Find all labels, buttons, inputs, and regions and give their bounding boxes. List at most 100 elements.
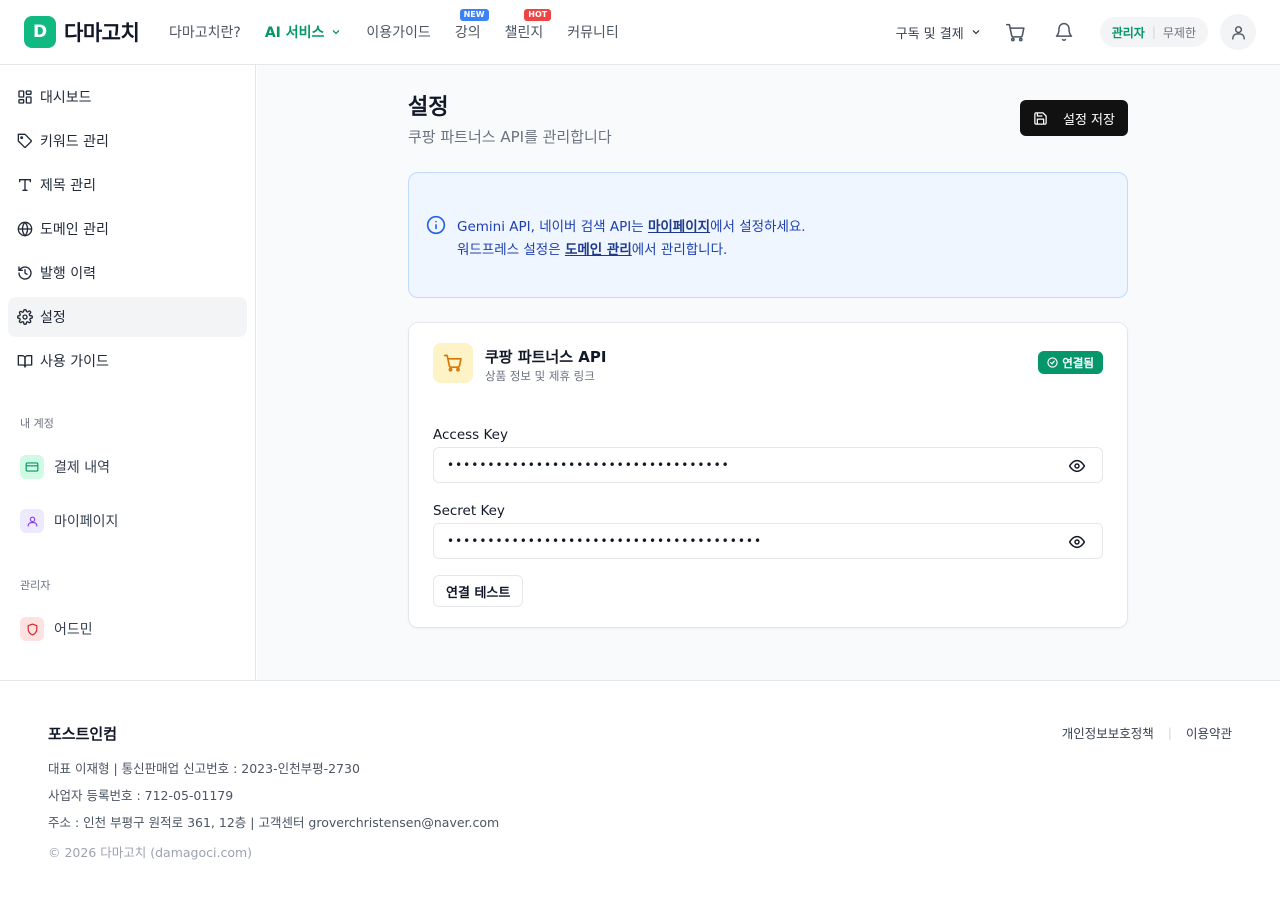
sidebar-item-label: 어드민 [54, 622, 93, 638]
user-icon-wrap [20, 509, 44, 533]
save-icon [1034, 111, 1047, 125]
info-line-1: Gemini API, 네이버 검색 API는 마이페이지에서 설정하세요. [457, 215, 806, 235]
toggle-access-key-visibility[interactable] [1068, 457, 1086, 475]
sidebar-item-label: 대시보드 [40, 90, 92, 106]
role-divider: | [1151, 25, 1156, 39]
access-key-value: ••••••••••••••••••••••••••••••••••• [447, 458, 730, 472]
dashboard-icon [18, 90, 32, 104]
role-badge: 관리자 | 무제한 [1099, 17, 1208, 47]
logo-badge: D [24, 16, 56, 48]
save-settings-button[interactable]: 설정 저장 [1020, 100, 1128, 136]
check-circle-icon [1047, 357, 1058, 368]
sidebar-item-keywords[interactable]: 키워드 관리 [8, 121, 247, 161]
nav-ai-service[interactable]: AI 서비스 [265, 22, 343, 42]
card-icon-wrap [20, 455, 44, 479]
main-content: 설정 쿠팡 파트너스 API를 관리합니다 설정 저장 Gemini API, … [257, 65, 1280, 680]
logo-text: 다마고치 [64, 21, 140, 45]
sidebar-item-admin[interactable]: 어드민 [20, 617, 93, 641]
sidebar-item-label: 키워드 관리 [40, 134, 109, 150]
footer-divider: | [1167, 725, 1172, 740]
eye-icon [1069, 535, 1085, 549]
nav-lecture-label: 강의 [454, 25, 481, 41]
company-name: 포스트인컴 [48, 725, 118, 743]
section-label-account: 내 계정 [20, 417, 54, 430]
logo[interactable]: D 다마고치 [24, 16, 140, 48]
nav-about[interactable]: 다마고치란? [169, 22, 241, 42]
toggle-secret-key-visibility[interactable] [1068, 533, 1086, 551]
sidebar-item-label: 설정 [40, 310, 66, 326]
hot-badge: HOT [524, 9, 552, 21]
section-label-admin: 관리자 [20, 579, 51, 592]
secret-key-label: Secret Key [433, 503, 505, 519]
chevron-down-icon [332, 30, 340, 35]
domain-management-link[interactable]: 도메인 관리 [565, 242, 632, 258]
shield-icon [27, 622, 37, 636]
sidebar-item-dashboard[interactable]: 대시보드 [8, 77, 247, 117]
nav-lecture[interactable]: 강의 NEW [454, 9, 489, 42]
status-badge: 연결됨 [1038, 351, 1103, 374]
nav-community[interactable]: 커뮤니티 [567, 22, 619, 42]
sidebar-item-domains[interactable]: 도메인 관리 [8, 209, 247, 249]
book-icon [17, 355, 33, 368]
coupang-api-card: 쿠팡 파트너스 API 상품 정보 및 제휴 링크 연결됨 Access Key… [408, 322, 1128, 628]
sidebar-item-label: 제목 관리 [40, 178, 96, 194]
shield-icon-wrap [20, 617, 44, 641]
gear-icon [17, 309, 33, 325]
info-text: Gemini API, 네이버 검색 API는 [457, 219, 648, 235]
bell-icon [1055, 22, 1072, 42]
terms-link[interactable]: 이용약관 [1186, 723, 1232, 742]
sidebar-item-guide[interactable]: 사용 가이드 [8, 341, 247, 381]
info-notice: Gemini API, 네이버 검색 API는 마이페이지에서 설정하세요. 워… [408, 172, 1128, 298]
page-subtitle: 쿠팡 파트너스 API를 관리합니다 [408, 128, 612, 146]
secret-key-field[interactable]: ••••••••••••••••••••••••••••••••••••••• [433, 523, 1103, 559]
info-line-2: 워드프레스 설정은 도메인 관리에서 관리합니다. [457, 238, 727, 258]
sidebar-item-history[interactable]: 발행 이력 [8, 253, 247, 293]
info-icon [426, 215, 446, 235]
sidebar-item-label: 도메인 관리 [40, 222, 109, 238]
sidebar-item-titles[interactable]: 제목 관리 [8, 165, 247, 205]
nav-about-label: 다마고치란? [169, 25, 241, 41]
sidebar-item-mypage[interactable]: 마이페이지 [20, 509, 118, 533]
plan-label: 무제한 [1162, 25, 1196, 40]
tag-icon [17, 133, 33, 149]
copyright: © 2026 다마고치 (damagoci.com) [48, 845, 253, 860]
user-icon [27, 516, 37, 526]
nav-challenge[interactable]: 챌린지 HOT [505, 9, 552, 42]
nav-guide[interactable]: 이용가이드 [366, 22, 430, 42]
footer: 포스트인컴 대표 이재형 | 통신판매업 신고번호 : 2023-인천부평-27… [0, 680, 1280, 900]
secret-key-value: ••••••••••••••••••••••••••••••••••••••• [447, 534, 763, 548]
eye-icon [1069, 459, 1085, 473]
history-icon [18, 266, 32, 280]
cart-icon [1006, 23, 1025, 41]
notification-button[interactable] [1052, 20, 1076, 44]
access-key-field[interactable]: ••••••••••••••••••••••••••••••••••• [433, 447, 1103, 483]
chevron-down-icon [972, 30, 980, 35]
avatar-button[interactable] [1220, 14, 1256, 50]
card-icon [25, 462, 39, 472]
sidebar-item-label: 사용 가이드 [40, 354, 109, 370]
cart-button[interactable] [1004, 20, 1028, 44]
globe-icon [17, 221, 33, 237]
nav-guide-label: 이용가이드 [366, 25, 431, 41]
info-text: 에서 관리합니다. [631, 242, 728, 258]
new-badge: NEW [459, 9, 489, 21]
sidebar-item-settings[interactable]: 설정 [8, 297, 247, 337]
card-description: 상품 정보 및 제휴 링크 [485, 369, 595, 383]
footer-info-1: 대표 이재형 | 통신판매업 신고번호 : 2023-인천부평-2730 [48, 761, 360, 776]
header-actions: 구독 및 결제 관리자 | 무제한 [896, 0, 1256, 64]
user-icon [1231, 25, 1245, 40]
role-label: 관리자 [1111, 25, 1145, 40]
top-header: D 다마고치 다마고치란? AI 서비스 이용가이드 강의 NEW 챌린지 HO… [0, 0, 1280, 65]
sidebar-item-label: 결제 내역 [54, 460, 110, 476]
mypage-link[interactable]: 마이페이지 [648, 219, 710, 235]
info-text: 에서 설정하세요. [710, 219, 806, 235]
nav-community-label: 커뮤니티 [567, 25, 619, 41]
sidebar-item-payments[interactable]: 결제 내역 [20, 455, 110, 479]
status-label: 연결됨 [1062, 355, 1094, 370]
connection-test-button[interactable]: 연결 테스트 [433, 575, 524, 607]
privacy-policy-link[interactable]: 개인정보보호정책 [1062, 723, 1154, 742]
main-nav: 다마고치란? AI 서비스 이용가이드 강의 NEW 챌린지 HOT 커뮤니티 [169, 0, 619, 64]
access-key-label: Access Key [433, 427, 508, 443]
page-title: 설정 [408, 95, 449, 120]
subscription-menu[interactable]: 구독 및 결제 [896, 23, 982, 42]
